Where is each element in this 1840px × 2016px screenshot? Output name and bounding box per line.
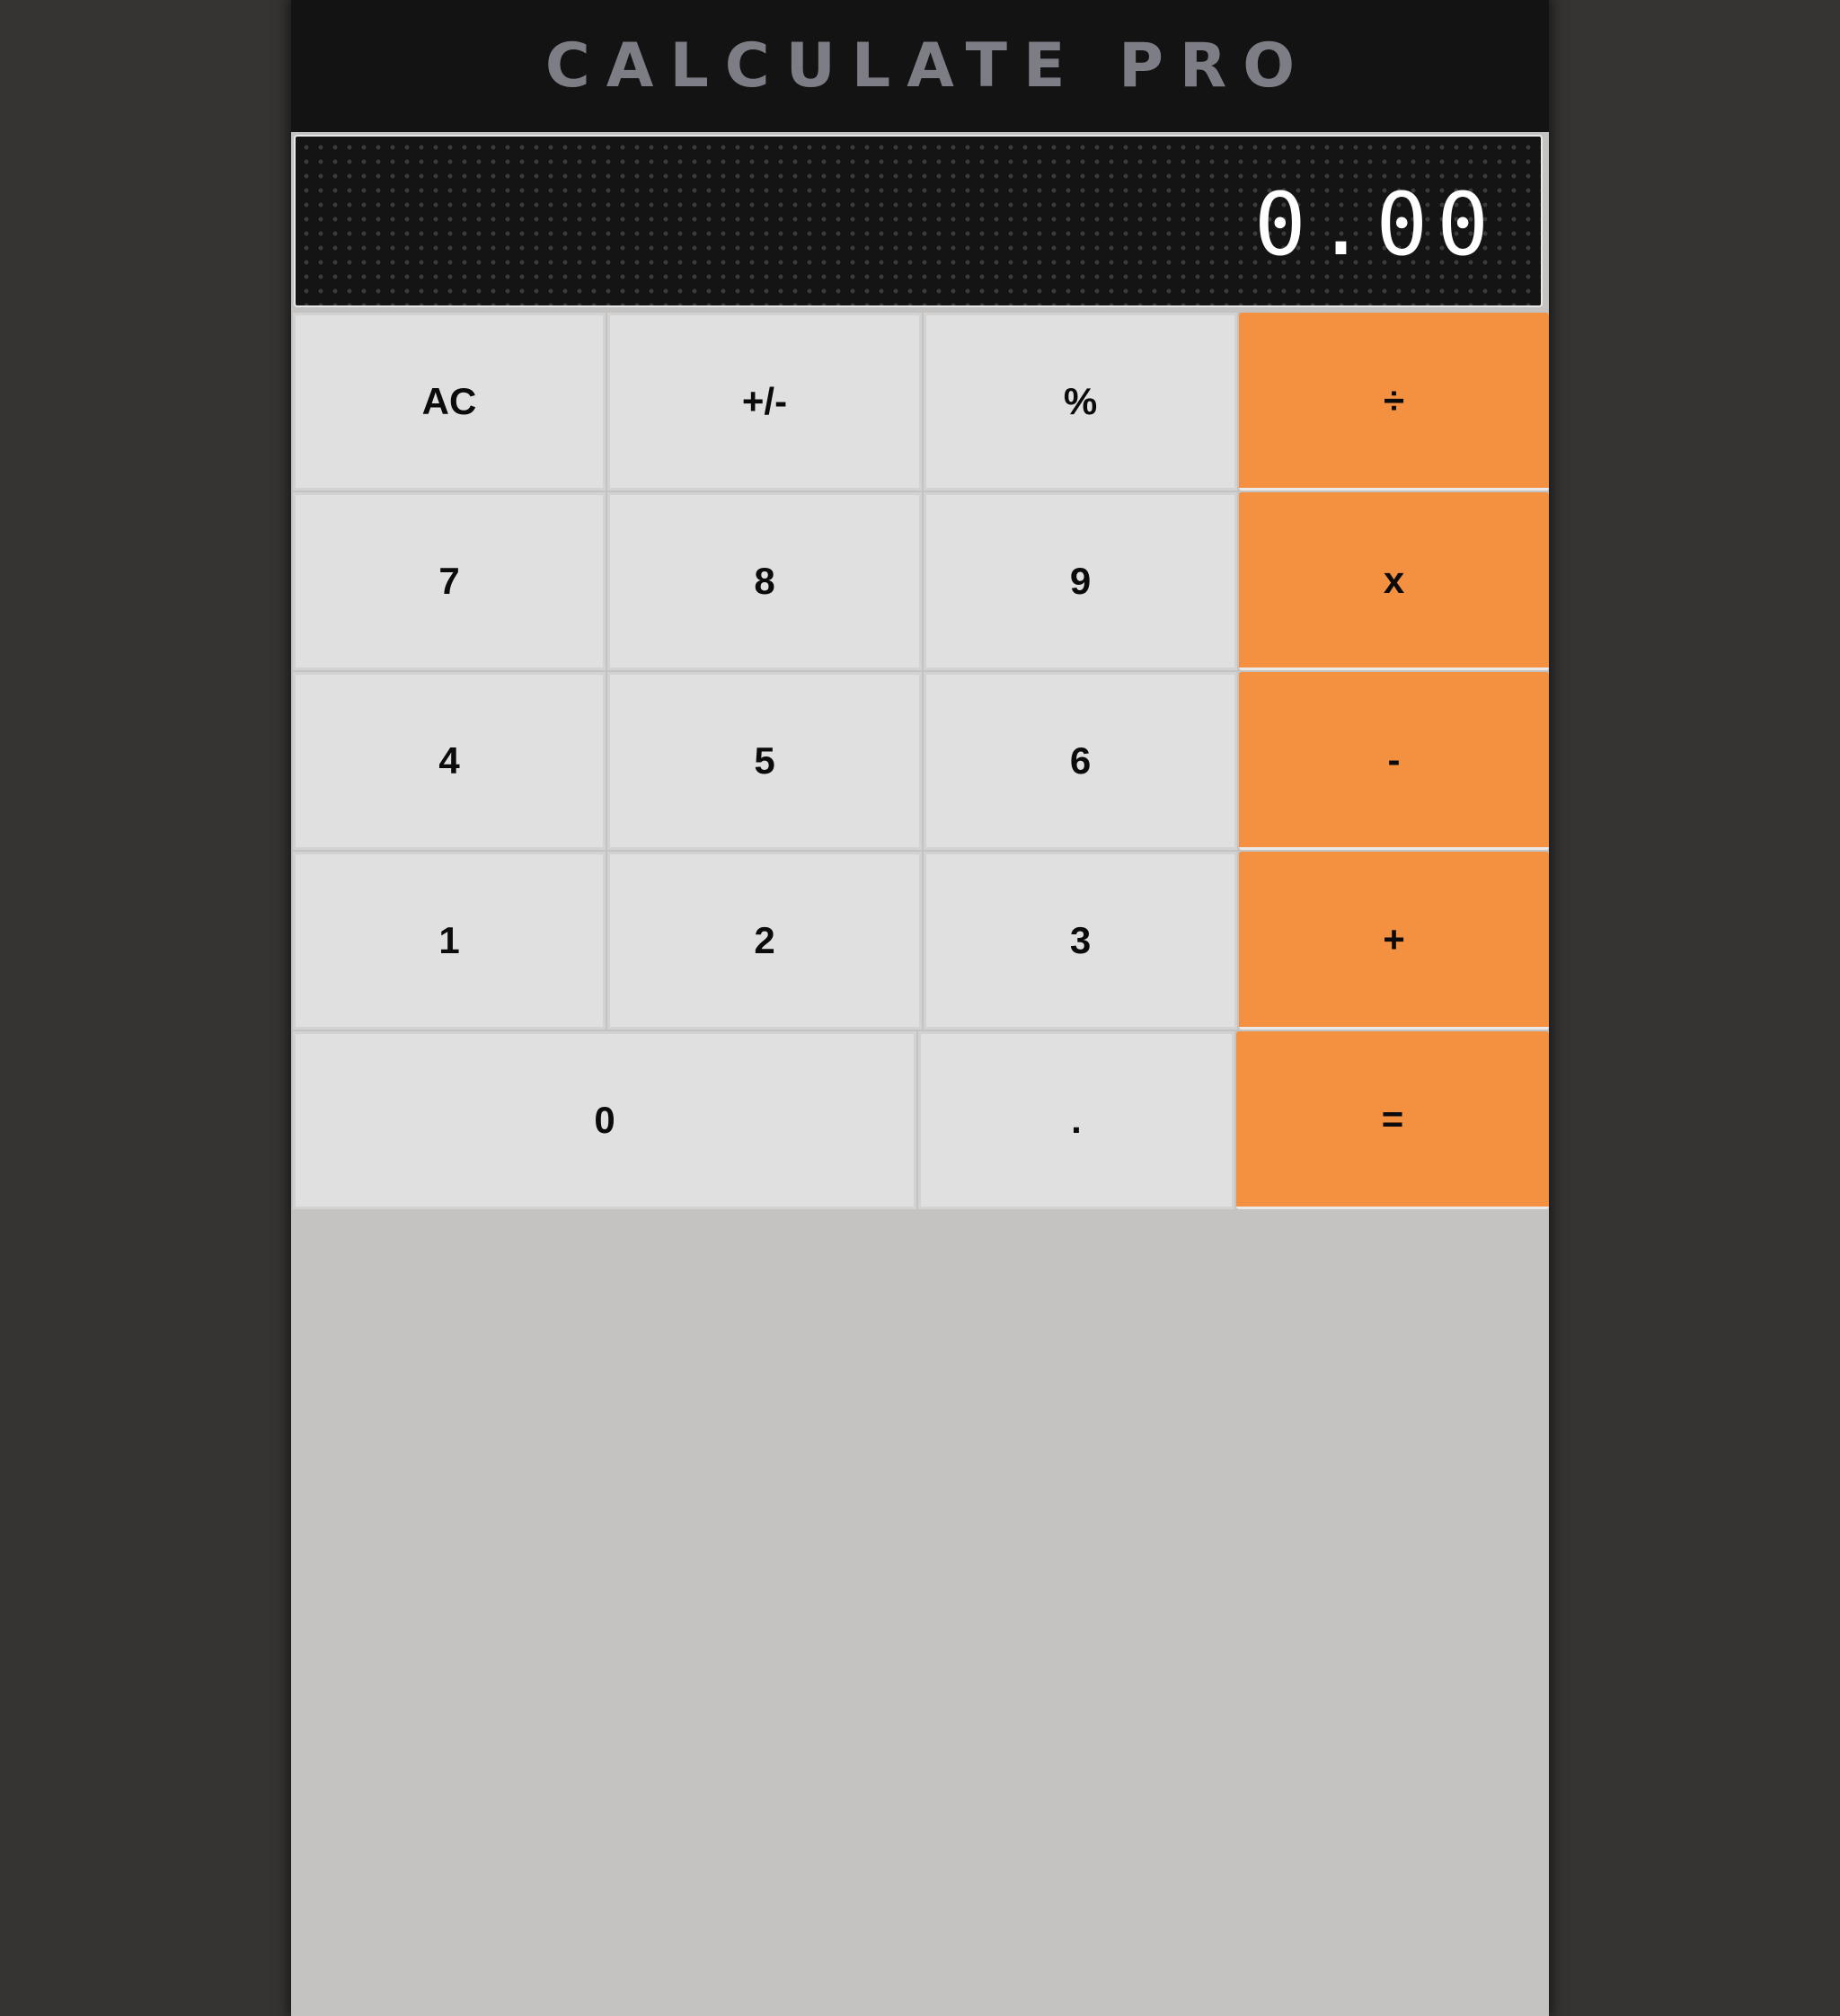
digit-0-button[interactable]: 0	[293, 1031, 916, 1209]
decimal-button[interactable]: .	[918, 1031, 1234, 1209]
calculator-display: 0.00	[294, 135, 1543, 307]
digit-2-button[interactable]: 2	[607, 852, 922, 1030]
add-button[interactable]: +	[1239, 852, 1549, 1030]
digit-1-button[interactable]: 1	[293, 852, 606, 1030]
digit-5-button[interactable]: 5	[607, 672, 922, 850]
keypad: AC +/- % ÷ 7 8 9 x 4 5 6 - 1 2 3 + 0 . =	[293, 313, 1549, 1209]
clear-button[interactable]: AC	[293, 313, 606, 491]
digit-7-button[interactable]: 7	[293, 492, 606, 670]
equals-button[interactable]: =	[1236, 1031, 1549, 1209]
divide-button[interactable]: ÷	[1239, 313, 1549, 491]
digit-8-button[interactable]: 8	[607, 492, 922, 670]
percent-button[interactable]: %	[924, 313, 1237, 491]
sign-toggle-button[interactable]: +/-	[607, 313, 922, 491]
app-header: CALCULATE PRO	[291, 0, 1549, 132]
app-title: CALCULATE PRO	[544, 31, 1312, 102]
display-value: 0.00	[1253, 174, 1498, 275]
digit-4-button[interactable]: 4	[293, 672, 606, 850]
digit-9-button[interactable]: 9	[924, 492, 1237, 670]
multiply-button[interactable]: x	[1239, 492, 1549, 670]
digit-3-button[interactable]: 3	[924, 852, 1237, 1030]
subtract-button[interactable]: -	[1239, 672, 1549, 850]
digit-6-button[interactable]: 6	[924, 672, 1237, 850]
calculator-app: CALCULATE PRO 0.00 AC +/- % ÷ 7 8 9 x 4 …	[291, 0, 1549, 2016]
